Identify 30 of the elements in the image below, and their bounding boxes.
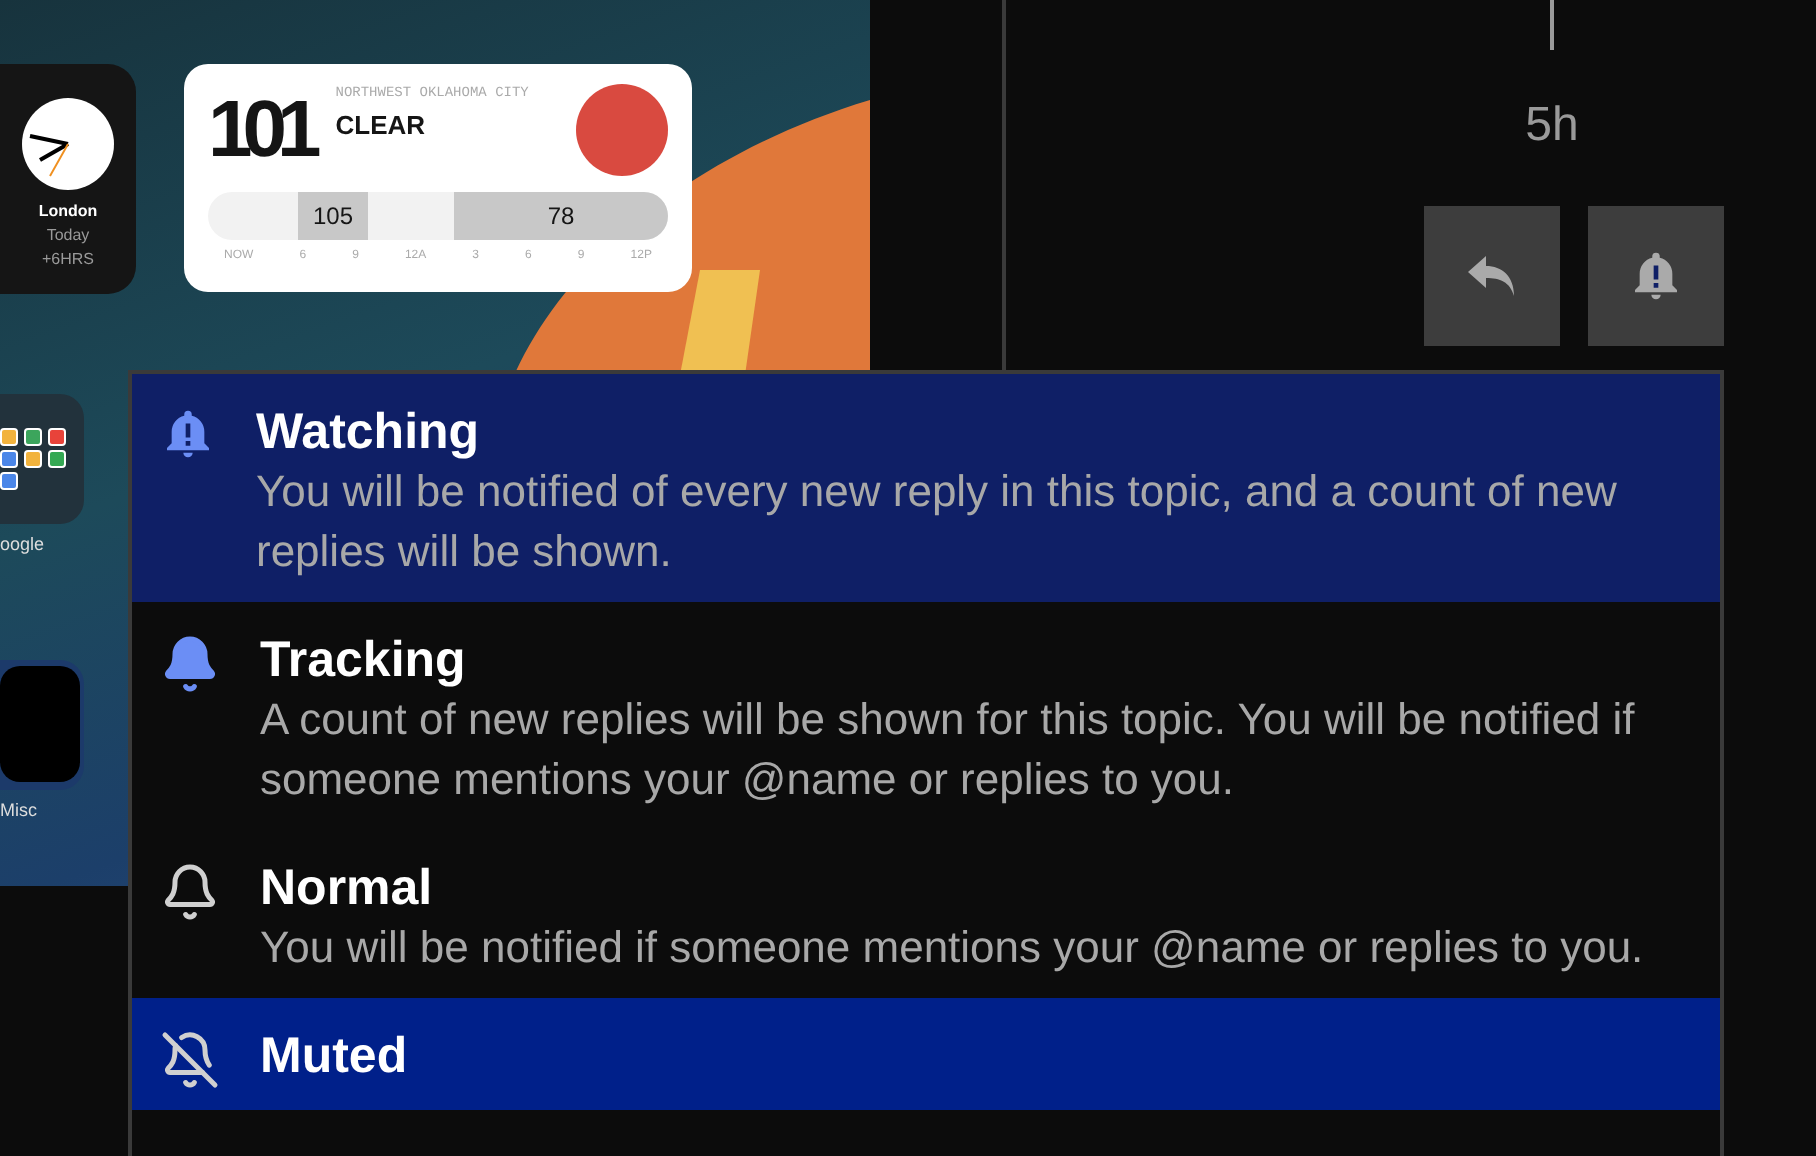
menu-item-title: Tracking bbox=[260, 630, 468, 690]
menu-item-description: You will be notified of every new reply in this topic, and a count of new replies will be shown. bbox=[256, 464, 1619, 580]
post-age: 5h bbox=[1525, 96, 1579, 156]
clock-widget[interactable]: London Today +6HRS bbox=[0, 64, 136, 294]
condition: CLEAR bbox=[335, 107, 428, 143]
high-temperature: 105 bbox=[298, 192, 368, 240]
folder-label: Misc bbox=[0, 797, 39, 823]
app-folder[interactable] bbox=[0, 394, 84, 524]
bell-outline-icon bbox=[160, 862, 220, 922]
menu-item-description: A count of new replies will be shown for this topic. You will be notified if someone mentions your @name or replies to you. bbox=[260, 692, 1637, 808]
bell-off-icon bbox=[160, 1030, 220, 1090]
folder-label: oogle bbox=[0, 532, 47, 558]
menu-item-title: Normal bbox=[260, 858, 435, 918]
bell-icon bbox=[160, 634, 220, 694]
reply-button[interactable] bbox=[1424, 206, 1560, 346]
menu-item[interactable]: Muted bbox=[132, 998, 1720, 1110]
temperature: 101 bbox=[208, 84, 315, 176]
app-icons-drawing bbox=[0, 428, 68, 490]
menu-item-description: You will be notified if someone mentions your @name or replies to you. bbox=[260, 920, 1644, 976]
menu-item-title: Watching bbox=[256, 402, 482, 462]
low-temperature: 78 bbox=[454, 192, 668, 240]
menu-item-title: Muted bbox=[260, 1026, 408, 1086]
blacked-out-area bbox=[0, 666, 80, 782]
clock-icon bbox=[20, 96, 116, 192]
clock-city: London bbox=[38, 200, 98, 224]
notification-button[interactable] bbox=[1588, 206, 1724, 346]
menu-item[interactable]: Watching You will be notified of every new reply in this topic, and a count of new replies will be shown. bbox=[132, 374, 1720, 602]
reply-icon bbox=[1464, 252, 1520, 300]
clock-offset: +6HRS bbox=[41, 248, 94, 272]
clock-day: Today bbox=[46, 224, 90, 248]
